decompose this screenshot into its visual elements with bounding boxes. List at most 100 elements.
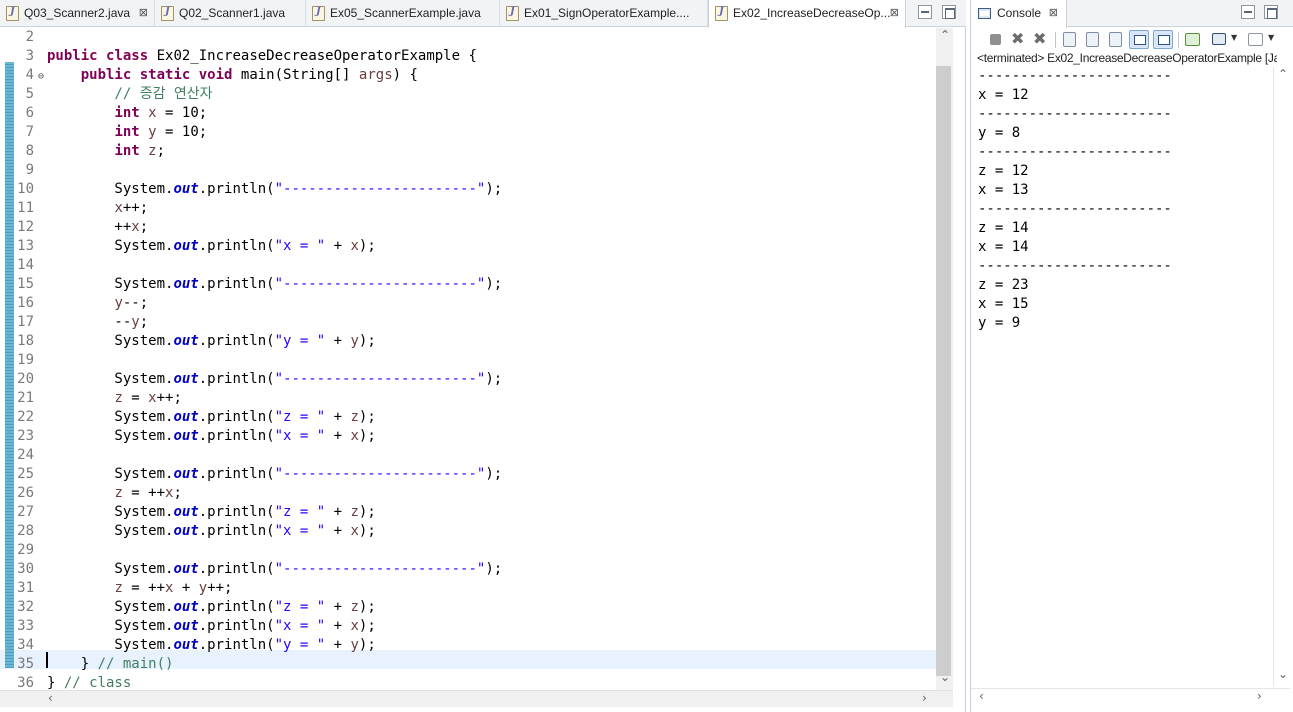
code-line[interactable]: 5 // 증감 연산자 xyxy=(0,85,936,104)
display-selected-console-icon[interactable] xyxy=(1212,33,1226,45)
terminate-icon[interactable] xyxy=(990,34,1001,45)
code-line[interactable]: 26 z = ++x; xyxy=(0,484,936,503)
code-line[interactable]: 29 xyxy=(0,541,936,560)
code-line[interactable]: 2 xyxy=(0,28,936,47)
code-line[interactable]: 36} // class xyxy=(0,674,936,690)
code-token: ); xyxy=(485,276,503,292)
code-line[interactable]: 24 xyxy=(0,446,936,465)
scroll-right-icon[interactable]: › xyxy=(922,691,927,705)
remove-launch-icon[interactable]: ✖ xyxy=(1011,29,1024,48)
editor-scrollbar-thumb[interactable] xyxy=(936,66,951,676)
code-line[interactable]: 14 xyxy=(0,256,936,275)
code-line[interactable]: 6 int x = 10; xyxy=(0,104,936,123)
code-line[interactable]: 8 int z; xyxy=(0,142,936,161)
code-line[interactable]: 10 System.out.println("-----------------… xyxy=(0,180,936,199)
code-line[interactable]: 34 System.out.println("y = " + y); xyxy=(0,636,936,655)
scroll-right-icon[interactable]: › xyxy=(1257,689,1262,703)
editor-tab-bar: Q03_Scanner2.java ⊠ Q02_Scanner1.java Ex… xyxy=(0,0,966,28)
code-line[interactable]: 9 xyxy=(0,161,936,180)
scroll-up-icon[interactable]: ⌃ xyxy=(1278,67,1288,81)
code-line[interactable]: 4 ⊖ public static void main(String[] args… xyxy=(0,66,936,85)
show-console-on-stdout-icon[interactable] xyxy=(1129,30,1149,49)
tab-ex02-increase-decrease[interactable]: Ex02_IncreaseDecreaseOp... ⊠ xyxy=(708,0,906,28)
pin-console-icon[interactable] xyxy=(1185,33,1200,46)
code-line[interactable]: 31 z = ++x + y++; xyxy=(0,579,936,598)
code-line[interactable]: 16 y--; xyxy=(0,294,936,313)
tab-q02-scanner1[interactable]: Q02_Scanner1.java xyxy=(155,0,306,27)
line-number-text: 35 xyxy=(17,656,34,672)
tab-console[interactable]: Console ⊠ xyxy=(971,0,1067,28)
code-token: .println( xyxy=(198,637,275,653)
code-line[interactable]: 15 System.out.println("-----------------… xyxy=(0,275,936,294)
code-line[interactable]: 13 System.out.println("x = " + x); xyxy=(0,237,936,256)
close-icon[interactable]: ⊠ xyxy=(1049,0,1058,27)
scroll-down-icon[interactable]: ⌄ xyxy=(1278,667,1288,681)
code-line[interactable]: 12 ++x; xyxy=(0,218,936,237)
line-number-text: 34 xyxy=(17,637,34,653)
minimize-icon[interactable] xyxy=(1241,5,1255,19)
code-text: System.out.println("--------------------… xyxy=(47,275,502,294)
minimize-icon[interactable] xyxy=(918,5,932,19)
code-line[interactable]: 33 System.out.println("x = " + x); xyxy=(0,617,936,636)
code-line[interactable]: 28 System.out.println("x = " + x); xyxy=(0,522,936,541)
show-console-on-stderr-icon[interactable] xyxy=(1153,30,1173,49)
console-output[interactable]: ----------------------- x = 12 -----------… xyxy=(971,67,1273,687)
line-number-text: 7 xyxy=(25,124,34,140)
code-line[interactable]: 7 int y = 10; xyxy=(0,123,936,142)
code-token: ; xyxy=(173,485,182,501)
open-console-icon[interactable] xyxy=(1248,33,1263,46)
clear-console-icon[interactable] xyxy=(1063,32,1076,47)
code-line[interactable]: 21 z = x++; xyxy=(0,389,936,408)
code-editor[interactable]: 2 3 public class Ex02_IncreaseDecreaseOper… xyxy=(0,28,936,690)
fold-collapse-icon[interactable]: ⊖ xyxy=(38,67,44,86)
line-number-text: 10 xyxy=(17,181,34,197)
chevron-down-icon[interactable]: ▼ xyxy=(1231,33,1237,42)
code-token: "z = " xyxy=(274,409,326,425)
editor-horizontal-scrollbar[interactable]: ‹ › xyxy=(0,690,953,707)
scroll-left-icon[interactable]: ‹ xyxy=(979,689,984,703)
close-icon[interactable]: ⊠ xyxy=(890,0,899,27)
code-line[interactable]: 3 public class Ex02_IncreaseDecreaseOpera… xyxy=(0,47,936,66)
code-line[interactable]: 19 xyxy=(0,351,936,370)
chevron-down-icon[interactable]: ▼ xyxy=(1268,33,1274,42)
line-number-text: 30 xyxy=(17,561,34,577)
scroll-up-icon[interactable]: ⌃ xyxy=(940,28,950,42)
word-wrap-icon[interactable] xyxy=(1109,32,1122,47)
line-number: 35 xyxy=(0,655,34,674)
maximize-icon[interactable] xyxy=(1264,5,1278,19)
tab-ex05-scanner-example[interactable]: Ex05_ScannerExample.java xyxy=(306,0,500,27)
code-line[interactable]: 25 System.out.println("-----------------… xyxy=(0,465,936,484)
code-line[interactable]: 30 System.out.println("-----------------… xyxy=(0,560,936,579)
remove-all-terminated-icon[interactable]: ✖ xyxy=(1033,29,1046,48)
code-token: ); xyxy=(358,238,376,254)
code-token: .println( xyxy=(198,409,275,425)
code-line[interactable]: 20 System.out.println("-----------------… xyxy=(0,370,936,389)
close-icon[interactable]: ⊠ xyxy=(139,0,148,27)
code-token: System. xyxy=(47,409,174,425)
code-line[interactable]: 32 System.out.println("z = " + z); xyxy=(0,598,936,617)
tab-ex01-sign-operator-example[interactable]: Ex01_SignOperatorExample.... xyxy=(500,0,708,27)
code-token: + xyxy=(325,637,351,653)
code-token: out xyxy=(173,561,199,577)
code-text: System.out.println("z = " + z); xyxy=(47,503,375,522)
code-line[interactable]: 11 x++; xyxy=(0,199,936,218)
scroll-left-icon[interactable]: ‹ xyxy=(48,691,53,705)
code-line[interactable]: 17 --y; xyxy=(0,313,936,332)
code-token: x xyxy=(114,200,123,216)
console-vertical-scrollbar[interactable]: ⌃ ⌄ xyxy=(1273,67,1290,687)
code-line[interactable]: 27 System.out.println("z = " + z); xyxy=(0,503,936,522)
scroll-lock-icon[interactable] xyxy=(1086,32,1099,47)
line-number-text: 29 xyxy=(17,542,34,558)
code-line[interactable]: 22 System.out.println("z = " + z); xyxy=(0,408,936,427)
code-line[interactable]: 35 } // main() xyxy=(0,655,936,674)
tab-q03-scanner2[interactable]: Q03_Scanner2.java ⊠ xyxy=(0,0,155,27)
code-text: --y; xyxy=(47,313,148,332)
maximize-icon[interactable] xyxy=(942,5,956,19)
code-line[interactable]: 23 System.out.println("x = " + x); xyxy=(0,427,936,446)
console-horizontal-scrollbar[interactable]: ‹ › xyxy=(971,688,1290,705)
code-line[interactable]: 18 System.out.println("y = " + y); xyxy=(0,332,936,351)
console-tab-bar: Console ⊠ xyxy=(971,0,1293,28)
